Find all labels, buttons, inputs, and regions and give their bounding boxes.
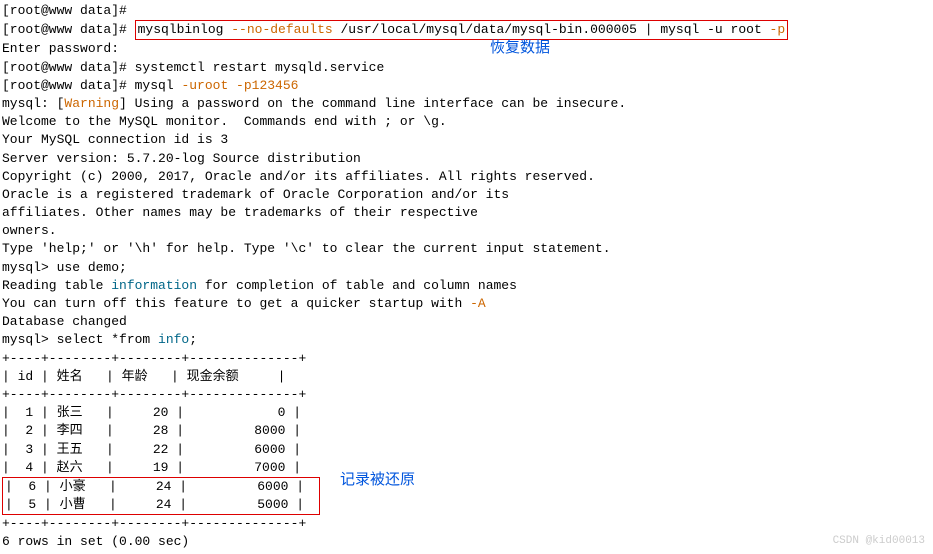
line-cmd1: [root@www data]# mysqlbinlog --no-defaul… bbox=[2, 20, 931, 40]
line-trademark1: Oracle is a registered trademark of Orac… bbox=[2, 186, 931, 204]
table-row: | 1 | 张三 | 20 | 0 | bbox=[2, 404, 931, 422]
line-connid: Your MySQL connection id is 3 bbox=[2, 131, 931, 149]
prompt: [root@www data]# mysql bbox=[2, 78, 181, 93]
cmd-binlog: mysqlbinlog bbox=[138, 22, 232, 37]
line-reading: Reading table information for completion… bbox=[2, 277, 931, 295]
line-warning: mysql: [Warning] Using a password on the… bbox=[2, 95, 931, 113]
line-turnoff: You can turn off this feature to get a q… bbox=[2, 295, 931, 313]
line-welcome: Welcome to the MySQL monitor. Commands e… bbox=[2, 113, 931, 131]
txt: ; bbox=[189, 332, 197, 347]
table-sep: +----+--------+--------+--------------+ bbox=[2, 350, 931, 368]
table-name: info bbox=[158, 332, 189, 347]
line-restart: [root@www data]# systemctl restart mysql… bbox=[2, 59, 931, 77]
flag-nodefaults: --no-defaults bbox=[231, 22, 332, 37]
table-row: | 5 | 小曹 | 24 | 5000 | bbox=[5, 496, 317, 514]
annotation-records-restored: 记录被还原 bbox=[340, 470, 415, 491]
line-help: Type 'help;' or '\h' for help. Type '\c'… bbox=[2, 240, 931, 258]
cmd-path: /usr/local/mysql/data/mysql-bin.000005 |… bbox=[333, 22, 770, 37]
flag-A: -A bbox=[470, 296, 486, 311]
flag-p: -p bbox=[770, 22, 786, 37]
line-usedemo: mysql> use demo; bbox=[2, 259, 931, 277]
table-row: | 6 | 小豪 | 24 | 6000 | bbox=[5, 478, 317, 496]
table-sep: +----+--------+--------+--------------+ bbox=[2, 386, 931, 404]
line-trademark3: owners. bbox=[2, 222, 931, 240]
warn-prefix: mysql: [ bbox=[2, 96, 64, 111]
table-footer: 6 rows in set (0.00 sec) bbox=[2, 533, 931, 551]
table-row: | 4 | 赵六 | 19 | 7000 | bbox=[2, 459, 931, 477]
line-select: mysql> select *from info; bbox=[2, 331, 931, 349]
flag-uroot: -uroot -p123456 bbox=[181, 78, 298, 93]
table-header: | id | 姓名 | 年龄 | 现金余额 | bbox=[2, 368, 931, 386]
annotation-restore-data: 恢复数据 bbox=[490, 38, 550, 59]
txt: You can turn off this feature to get a q… bbox=[2, 296, 470, 311]
line-mysql-login: [root@www data]# mysql -uroot -p123456 bbox=[2, 77, 931, 95]
txt: mysql> select *from bbox=[2, 332, 158, 347]
highlighted-rows-box: | 6 | 小豪 | 24 | 6000 | | 5 | 小曹 | 24 | 5… bbox=[2, 477, 320, 515]
line-password: Enter password: bbox=[2, 40, 931, 58]
line-dbchanged: Database changed bbox=[2, 313, 931, 331]
txt: Reading table bbox=[2, 278, 111, 293]
terminal-output: [root@www data]# [root@www data]# mysqlb… bbox=[2, 2, 931, 552]
warning-label: Warning bbox=[64, 96, 119, 111]
table-sep: +----+--------+--------+--------------+ bbox=[2, 515, 931, 533]
line-prev: [root@www data]# bbox=[2, 2, 931, 20]
watermark: CSDN @kid00013 bbox=[833, 534, 925, 549]
txt: for completion of table and column names bbox=[197, 278, 517, 293]
line-copyright: Copyright (c) 2000, 2017, Oracle and/or … bbox=[2, 168, 931, 186]
keyword-information: information bbox=[111, 278, 197, 293]
prompt: [root@www data]# bbox=[2, 22, 135, 37]
table-row: | 3 | 王五 | 22 | 6000 | bbox=[2, 441, 931, 459]
line-trademark2: affiliates. Other names may be trademark… bbox=[2, 204, 931, 222]
highlighted-command-box: mysqlbinlog --no-defaults /usr/local/mys… bbox=[135, 20, 789, 40]
warn-msg: ] Using a password on the command line i… bbox=[119, 96, 626, 111]
line-version: Server version: 5.7.20-log Source distri… bbox=[2, 150, 931, 168]
table-row: | 2 | 李四 | 28 | 8000 | bbox=[2, 422, 931, 440]
